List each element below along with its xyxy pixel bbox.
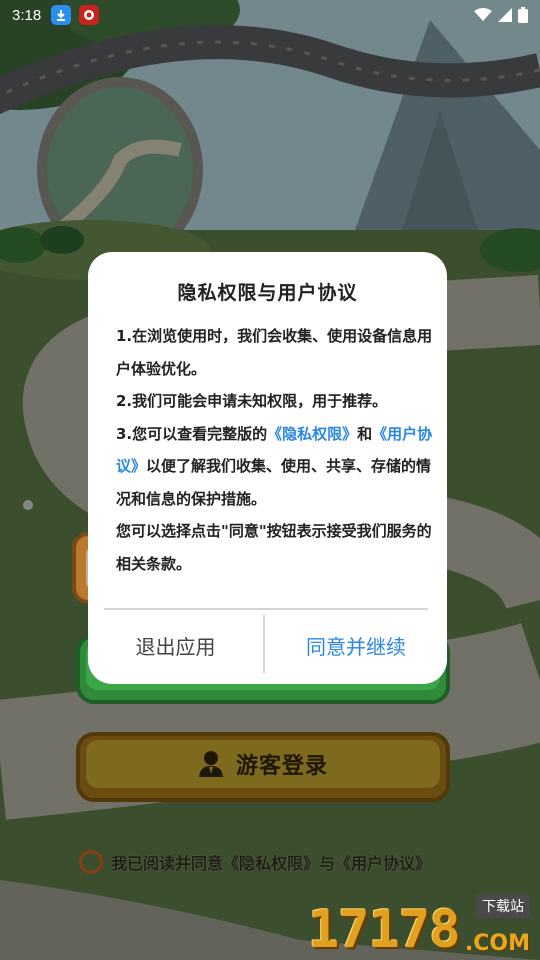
watermark-site-label: 下载站 <box>476 894 530 918</box>
guest-login-face: 游客登录 <box>86 740 440 788</box>
dialog-body: 1.在浏览使用时，我们会收集、使用设备信息用户体验优化。 2.我们可能会申请未知… <box>116 320 434 580</box>
wifi-icon <box>474 8 492 21</box>
watermark-domain: .COM <box>464 931 530 956</box>
exit-app-button[interactable]: 退出应用 <box>88 614 263 676</box>
guest-login-button[interactable]: 游客登录 <box>76 732 450 802</box>
watermark-number: 17178 <box>308 900 461 960</box>
dialog-line-3-suffix: 以便了解我们收集、使用、共享、存储的情况和信息的保护措施。 <box>116 457 432 508</box>
user-icon <box>198 751 223 777</box>
watermark: 下载站 17178 .COM <box>308 894 534 960</box>
dialog-divider <box>104 608 428 610</box>
dialog-line-1: 1.在浏览使用时，我们会收集、使用设备信息用户体验优化。 <box>116 327 433 378</box>
privacy-dialog: 隐私权限与用户协议 1.在浏览使用时，我们会收集、使用设备信息用户体验优化。 2… <box>88 252 447 684</box>
signal-icon <box>498 8 512 22</box>
battery-icon <box>518 7 528 23</box>
dialog-title: 隐私权限与用户协议 <box>177 282 358 304</box>
guest-login-label: 游客登录 <box>235 754 328 779</box>
download-notification-icon <box>51 5 72 25</box>
app-notification-icon <box>79 5 100 25</box>
dialog-line-3-prefix: 3.您可以查看完整版的 <box>116 424 268 443</box>
dialog-line-4: 您可以选择点击"同意"按钮表示接受我们服务的相关条款。 <box>116 522 432 573</box>
dialog-line-3-and: 和 <box>357 424 373 443</box>
dialog-line-3: 3.您可以查看完整版的《隐私权限》和《用户协议》以便了解我们收集、使用、共享、存… <box>116 418 434 516</box>
dialog-line-2: 2.我们可能会申请未知权限，用于推荐。 <box>116 392 388 410</box>
agreement-radio[interactable] <box>79 850 103 874</box>
agreement-row: 我已阅读并同意《隐私权限》与《用户协议》 <box>79 850 431 874</box>
status-right <box>474 7 528 23</box>
privacy-policy-link[interactable]: 《隐私权限》 <box>267 425 357 443</box>
agree-continue-button[interactable]: 同意并继续 <box>265 614 447 676</box>
status-bar: 3:18 <box>0 0 540 30</box>
agreement-text[interactable]: 我已阅读并同意《隐私权限》与《用户协议》 <box>111 850 431 874</box>
status-time: 3:18 <box>12 6 42 24</box>
